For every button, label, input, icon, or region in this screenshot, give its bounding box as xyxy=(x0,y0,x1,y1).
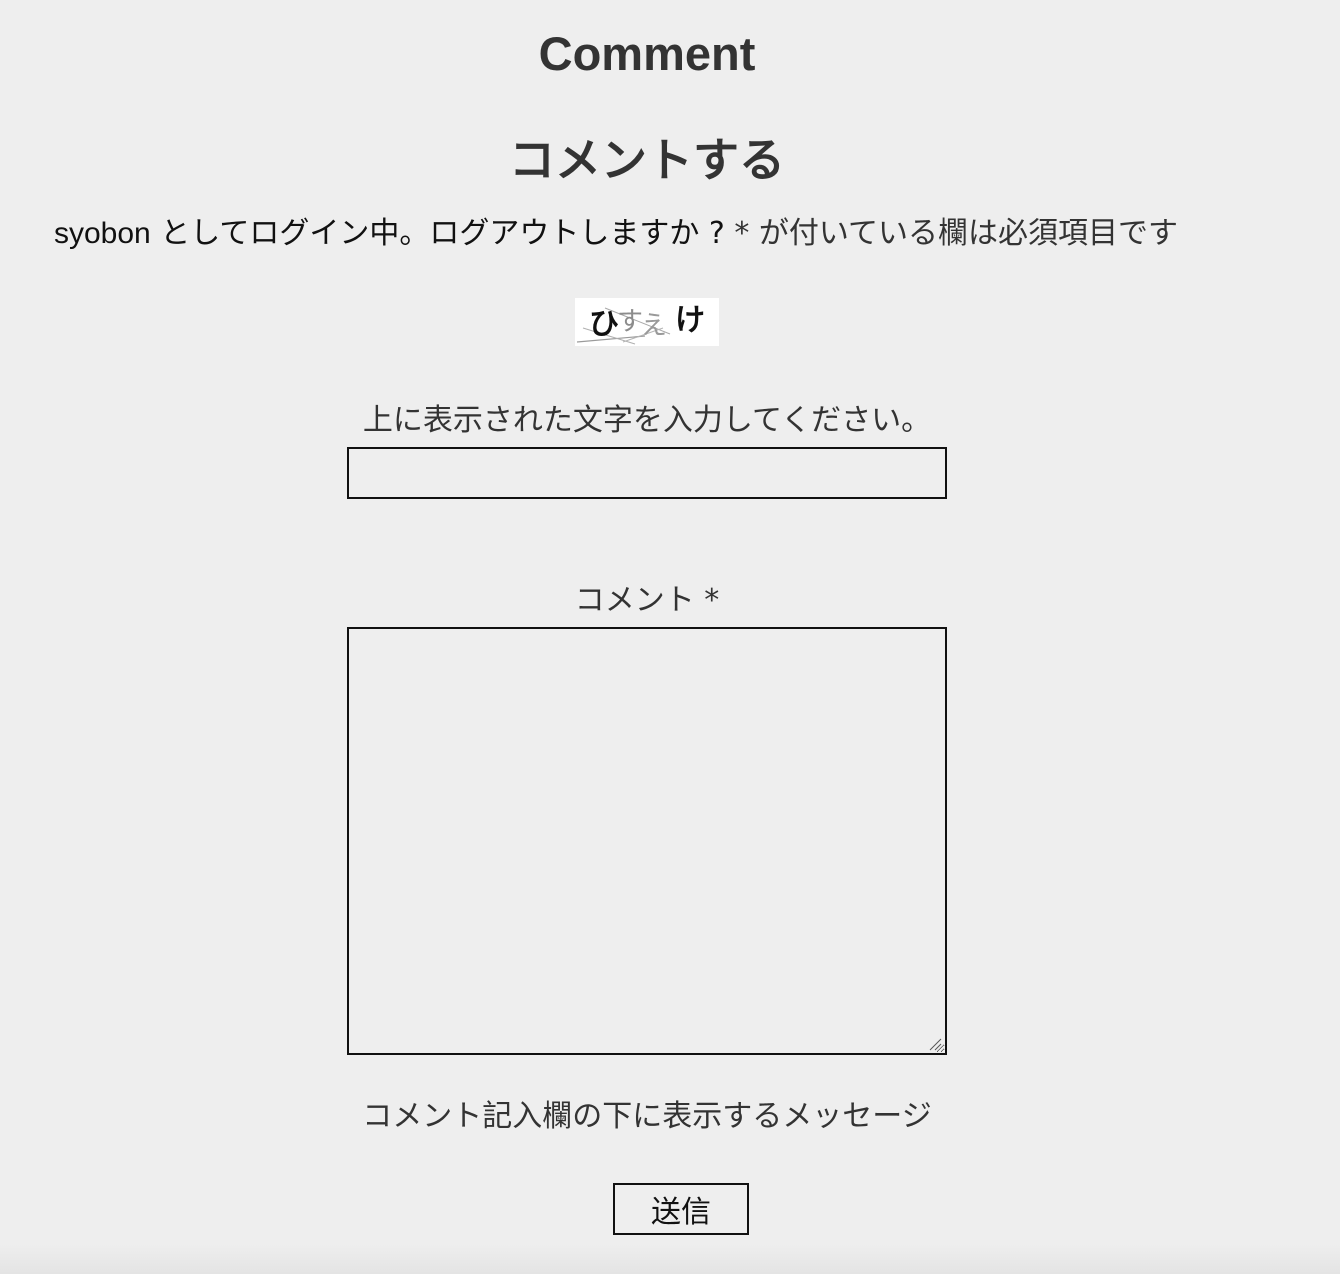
username-link[interactable]: syobon xyxy=(54,217,151,250)
captcha-input[interactable] xyxy=(347,447,947,499)
svg-text:ひ: ひ xyxy=(589,307,619,342)
submit-button[interactable]: 送信 xyxy=(613,1183,749,1235)
captcha-label: 上に表示された文字を入力してください。 xyxy=(362,403,932,438)
comment-page: Comment コメントする syobon としてログイン中。ログアウトしますか… xyxy=(0,0,1340,1274)
comments-heading: Comment xyxy=(538,27,756,80)
comment-notes-after: コメント記入欄の下に表示するメッセージ xyxy=(362,1099,932,1134)
captcha-image: ひ す え け xyxy=(575,298,719,346)
svg-text:け: け xyxy=(675,303,705,338)
logged-in-text: としてログイン中。 xyxy=(150,216,430,251)
comment-textarea[interactable] xyxy=(347,627,947,1055)
textarea-resize-handle[interactable] xyxy=(928,1036,942,1051)
svg-text:え: え xyxy=(641,311,667,341)
bottom-edge-shadow xyxy=(0,1244,1340,1274)
reply-title: コメントする xyxy=(509,133,785,187)
logout-link[interactable]: ログアウトしますか ? xyxy=(429,216,724,251)
comment-label: コメント * xyxy=(574,583,720,618)
logged-in-as: syobon としてログイン中。ログアウトしますか ? * が付いている欄は必須… xyxy=(54,212,1294,256)
required-fields-note: * が付いている欄は必須項目です xyxy=(724,216,1179,251)
svg-text:す: す xyxy=(617,307,643,337)
